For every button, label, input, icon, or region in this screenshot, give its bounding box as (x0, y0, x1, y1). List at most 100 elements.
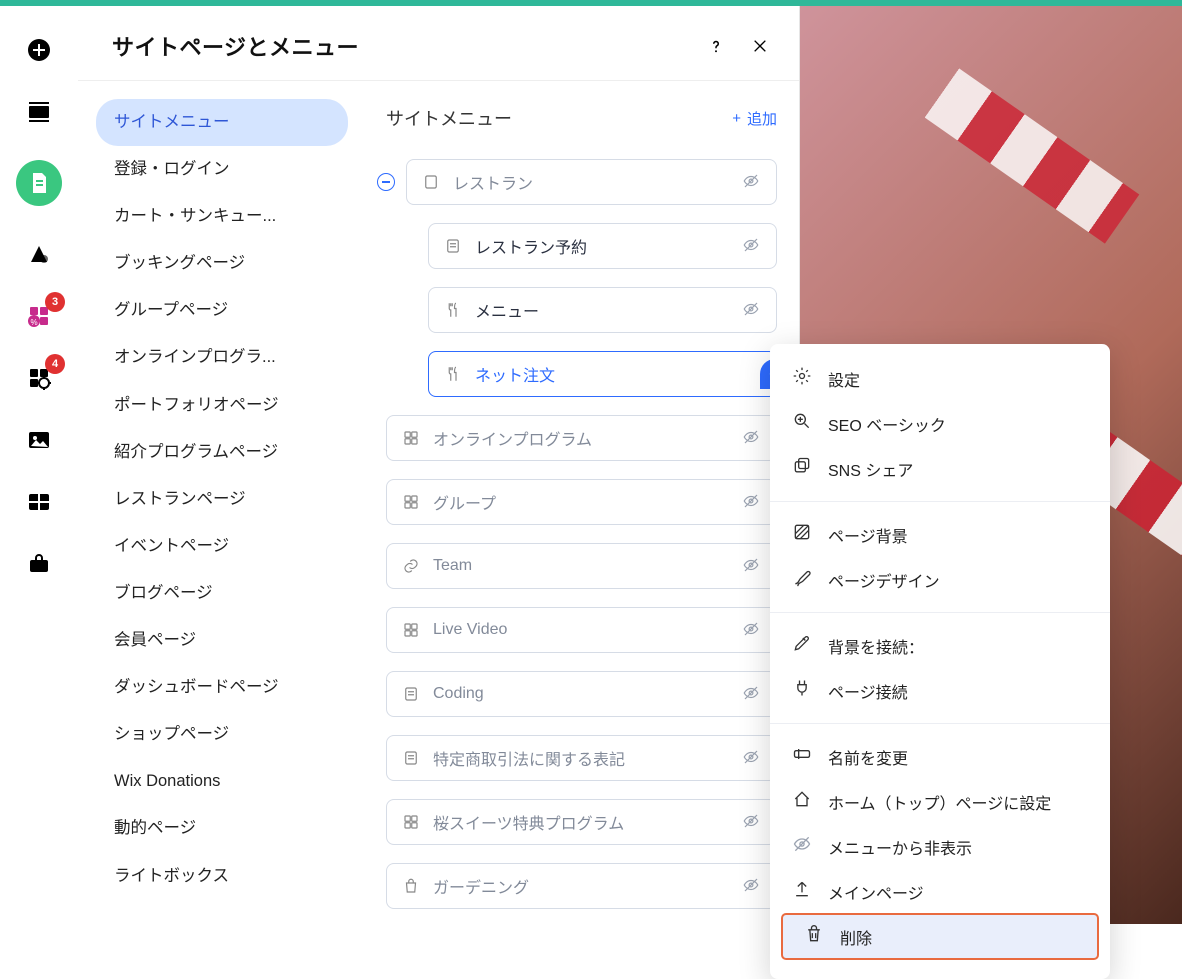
page-label: 特定商取引法に関する表記 (433, 746, 730, 770)
context-item-brush[interactable]: ページデザイン (770, 557, 1110, 602)
hidden-icon (742, 812, 762, 832)
context-separator (770, 723, 1110, 724)
sidebar-item[interactable]: 登録・ログイン (96, 146, 348, 193)
tools-badge: 4 (45, 354, 65, 374)
add-element-button[interactable] (25, 36, 53, 64)
page-row[interactable]: 特定商取引法に関する表記 (386, 735, 777, 781)
hidden-icon (742, 236, 762, 256)
context-item-gear[interactable]: 設定 (770, 356, 1110, 401)
help-button[interactable] (705, 35, 727, 57)
doc-icon (401, 684, 421, 704)
media-button[interactable] (25, 426, 53, 454)
context-item-trash[interactable]: 削除 (782, 914, 1098, 959)
hidden-icon (742, 492, 762, 512)
add-page-label: 追加 (747, 108, 777, 129)
fork-icon (443, 364, 463, 384)
page-context-menu: 設定 SEO ベーシック SNS シェアページ背景ページデザイン背景を接続： ページ接… (770, 344, 1110, 979)
page-row[interactable]: レストラン予約 (428, 223, 777, 269)
sidebar-item[interactable]: イベントページ (96, 523, 348, 570)
sidebar-item[interactable]: ブログページ (96, 570, 348, 617)
plus-icon: + (732, 110, 741, 127)
home-icon (792, 789, 812, 814)
grid-icon (401, 428, 421, 448)
fork-icon (443, 300, 463, 320)
sidebar-item[interactable]: Wix Donations (96, 758, 348, 805)
page-row[interactable]: ネット注文 (428, 351, 777, 397)
diag-icon (792, 522, 812, 547)
data-button[interactable] (25, 488, 53, 516)
gear-icon (792, 366, 812, 391)
page-label: Live Video (433, 621, 730, 639)
doc-icon (443, 236, 463, 256)
grid-icon (401, 620, 421, 640)
sidebar-item[interactable]: ライトボックス (96, 853, 348, 900)
svg-text:%: % (30, 318, 37, 327)
panel-title: サイトページとメニュー (112, 30, 359, 62)
context-item-home[interactable]: ホーム（トップ）ページに設定 (770, 779, 1110, 824)
business-button[interactable] (25, 550, 53, 578)
section-button[interactable] (25, 98, 53, 126)
context-item-pen[interactable]: 背景を接続： (770, 623, 1110, 668)
page-label: ガーデニング (433, 874, 730, 898)
apps-badge: 3 (45, 292, 65, 312)
hidden-icon (742, 428, 762, 448)
context-item-up[interactable]: メインページ (770, 869, 1110, 914)
trash-icon (804, 924, 824, 949)
page-row[interactable]: ガーデニング (386, 863, 777, 909)
sidebar-item[interactable]: ダッシュボードページ (96, 664, 348, 711)
pages-menu-button[interactable] (16, 160, 62, 206)
sidebar-item[interactable]: サイトメニュー (96, 99, 348, 146)
page-row[interactable]: レストラン (406, 159, 777, 205)
sidebar-item[interactable]: カート・サンキュー... (96, 193, 348, 240)
context-item-share[interactable]: SNS シェア (770, 446, 1110, 491)
sidebar-item[interactable]: 会員ページ (96, 617, 348, 664)
context-item-diag[interactable]: ページ背景 (770, 512, 1110, 557)
sidebar-item[interactable]: オンラインプログラ... (96, 334, 348, 381)
pen-icon (792, 633, 812, 658)
context-item-plug[interactable]: ページ接続 (770, 668, 1110, 713)
close-button[interactable] (749, 35, 771, 57)
context-item-hide[interactable]: メニューから非表示 (770, 824, 1110, 869)
context-item-label: ページ接続 (828, 679, 908, 703)
sidebar-item[interactable]: 紹介プログラムページ (96, 429, 348, 476)
page-row[interactable]: メニュー (428, 287, 777, 333)
collapse-toggle[interactable] (377, 173, 395, 191)
page-row[interactable]: Live Video (386, 607, 777, 653)
sidebar-item[interactable]: 動的ページ (96, 805, 348, 852)
context-item-label: 削除 (840, 925, 872, 949)
sidebar-item[interactable]: グループページ (96, 287, 348, 334)
page-row[interactable]: グループ (386, 479, 777, 525)
page-label: メニュー (475, 298, 730, 322)
doc-icon (401, 748, 421, 768)
context-item-rename[interactable]: 名前を変更 (770, 734, 1110, 779)
sidebar-item[interactable]: ショップページ (96, 711, 348, 758)
top-accent-bar (0, 0, 1182, 6)
sidebar-item[interactable]: ブッキングページ (96, 240, 348, 287)
page-row[interactable]: オンラインプログラム (386, 415, 777, 461)
context-separator (770, 612, 1110, 613)
grid-icon (401, 492, 421, 512)
apps-button[interactable]: % 3 (25, 302, 53, 330)
context-item-label: SNS シェア (828, 457, 913, 481)
page-row[interactable]: Coding (386, 671, 777, 717)
page-row[interactable]: Team (386, 543, 777, 589)
share-icon (792, 456, 812, 481)
tools-button[interactable]: 4 (25, 364, 53, 392)
sidebar-item[interactable]: レストランページ (96, 476, 348, 523)
context-item-label: SEO ベーシック (828, 412, 946, 436)
context-item-seo[interactable]: SEO ベーシック (770, 401, 1110, 446)
content-title: サイトメニュー (386, 105, 512, 131)
page-label: 桜スイーツ特典プログラム (433, 810, 730, 834)
hide-icon (792, 834, 812, 859)
page-row[interactable]: 桜スイーツ特典プログラム (386, 799, 777, 845)
bag-icon (401, 876, 421, 896)
panel-header: サイトページとメニュー (78, 6, 799, 81)
seo-icon (792, 411, 812, 436)
context-separator (770, 501, 1110, 502)
page-label: ネット注文 (475, 362, 748, 386)
hidden-icon (742, 300, 762, 320)
sidebar-item[interactable]: ポートフォリオページ (96, 382, 348, 429)
theme-button[interactable] (25, 240, 53, 268)
editor-rail: % 3 4 (0, 6, 78, 924)
add-page-button[interactable]: + 追加 (732, 108, 777, 129)
